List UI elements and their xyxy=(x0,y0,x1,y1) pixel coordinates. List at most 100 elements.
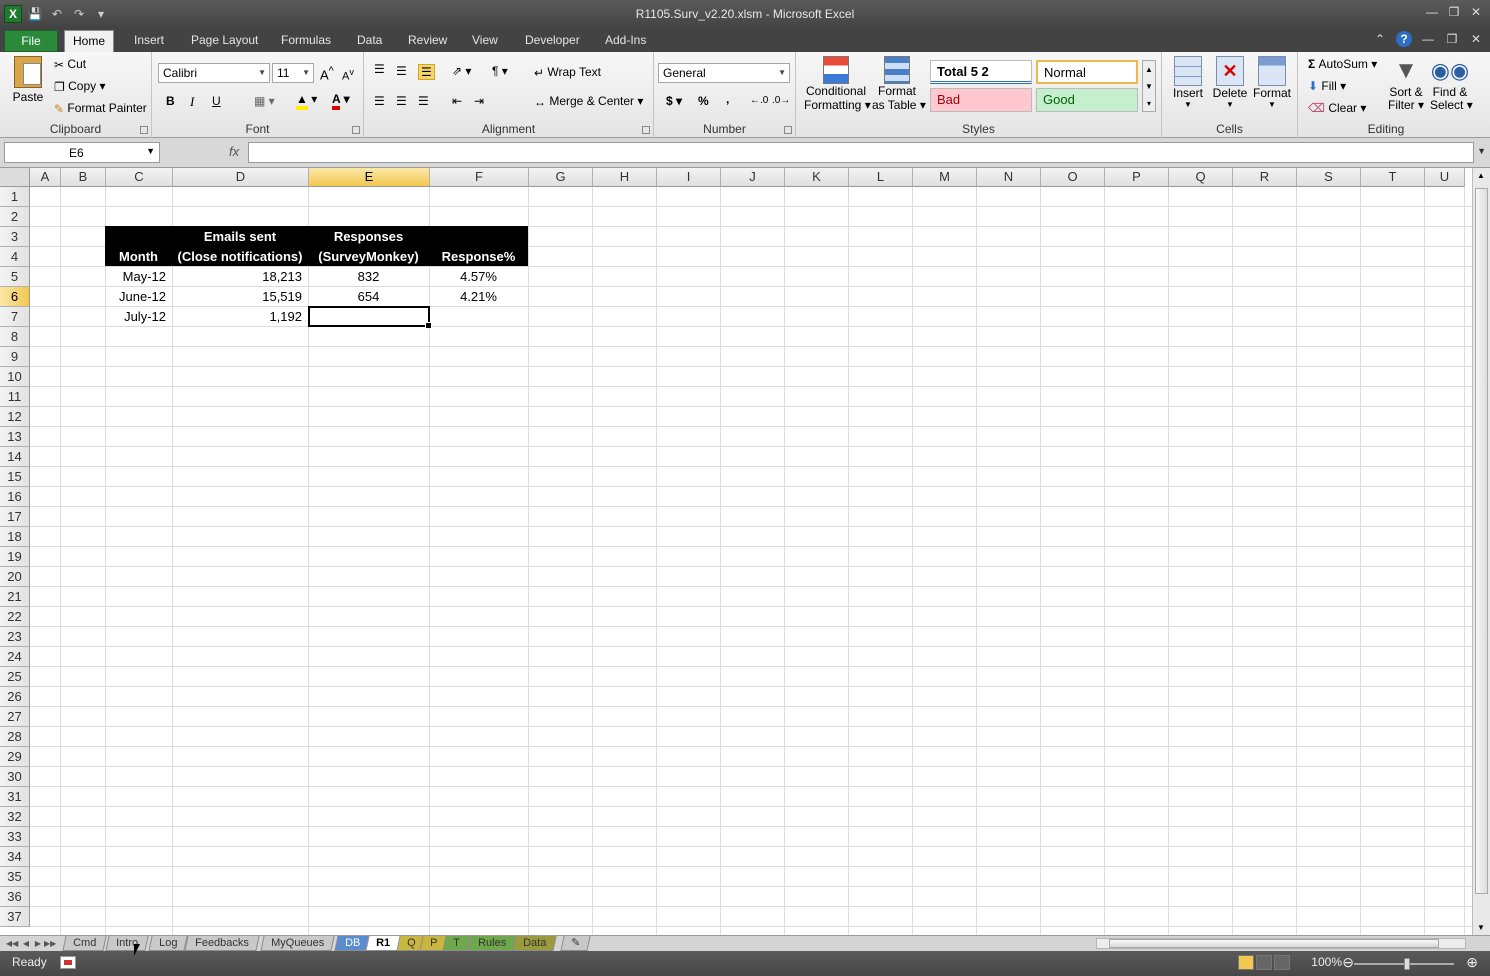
number-launcher-icon[interactable] xyxy=(784,126,792,134)
row-header[interactable]: 19 xyxy=(0,547,30,567)
row-header[interactable]: 18 xyxy=(0,527,30,547)
workbook-minimize-icon[interactable]: — xyxy=(1420,31,1436,47)
name-box[interactable]: E6 ▼ xyxy=(4,142,160,163)
row-header[interactable]: 24 xyxy=(0,647,30,667)
column-header[interactable]: C xyxy=(106,168,173,187)
style-normal[interactable]: Normal xyxy=(1036,60,1138,84)
format-as-table-button[interactable]: Format as Table ▾ xyxy=(872,56,926,112)
font-color-button[interactable]: A ▾ xyxy=(332,92,350,110)
decrease-indent-icon[interactable]: ⇤ xyxy=(452,94,462,108)
styles-scroll-icon[interactable]: ▲ ▼ ▾ xyxy=(1142,60,1156,112)
insert-function-icon[interactable]: fx xyxy=(229,144,239,159)
row-header[interactable]: 11 xyxy=(0,387,30,407)
column-header[interactable]: N xyxy=(977,168,1041,187)
align-bottom-icon[interactable]: ☰ xyxy=(418,64,435,80)
active-cell-selection[interactable] xyxy=(308,306,432,329)
align-left-icon[interactable]: ☰ xyxy=(374,94,385,108)
cut-button[interactable]: ✂ Cut xyxy=(54,57,86,72)
column-header[interactable]: K xyxy=(785,168,849,187)
workbook-restore-icon[interactable]: ❐ xyxy=(1444,31,1460,47)
bold-button[interactable]: B xyxy=(166,94,175,108)
clipboard-launcher-icon[interactable] xyxy=(140,126,148,134)
sort-filter-button[interactable]: ▼ Sort & Filter ▾ xyxy=(1386,56,1426,112)
row-header[interactable]: 36 xyxy=(0,887,30,907)
workbook-close-icon[interactable]: ✕ xyxy=(1468,31,1484,47)
row-header[interactable]: 8 xyxy=(0,327,30,347)
column-header[interactable]: E xyxy=(309,168,430,187)
cell-response-pct[interactable]: 4.57% xyxy=(429,267,528,286)
zoom-out-icon[interactable]: ⊖ xyxy=(1342,954,1354,971)
close-icon[interactable]: ✕ xyxy=(1468,4,1484,20)
row-header[interactable]: 30 xyxy=(0,767,30,787)
row-header[interactable]: 33 xyxy=(0,827,30,847)
font-launcher-icon[interactable] xyxy=(352,126,360,134)
align-center-icon[interactable]: ☰ xyxy=(396,94,407,108)
row-header[interactable]: 2 xyxy=(0,207,30,227)
minimize-icon[interactable]: — xyxy=(1424,4,1440,20)
merge-center-button[interactable]: ↔ Merge & Center ▾ xyxy=(534,94,643,109)
insert-sheet-button[interactable]: ✎ xyxy=(560,936,591,951)
delete-cells-button[interactable]: ✕ Delete ▼ xyxy=(1210,56,1250,109)
currency-button[interactable]: $ ▾ xyxy=(666,94,682,108)
align-right-icon[interactable]: ☰ xyxy=(418,94,429,108)
tab-insert[interactable]: Insert xyxy=(126,30,172,52)
find-select-button[interactable]: ◉◉ Find & Select ▾ xyxy=(1430,56,1473,112)
header-emails-sent[interactable]: Emails sent xyxy=(172,227,308,246)
tab-data[interactable]: Data xyxy=(349,30,390,52)
row-header[interactable]: 29 xyxy=(0,747,30,767)
text-direction-icon[interactable]: ¶ ▾ xyxy=(492,64,508,78)
restore-icon[interactable]: ❐ xyxy=(1446,4,1462,20)
cell-response-pct[interactable]: 4.21% xyxy=(429,287,528,306)
row-header[interactable]: 25 xyxy=(0,667,30,687)
style-total[interactable]: Total 5 2 xyxy=(930,60,1032,84)
row-header[interactable]: 34 xyxy=(0,847,30,867)
tab-formulas[interactable]: Formulas xyxy=(273,30,339,52)
header-responses[interactable]: Responses xyxy=(308,227,429,246)
column-header[interactable]: I xyxy=(657,168,721,187)
paste-button[interactable]: Paste xyxy=(10,56,46,104)
row-header[interactable]: 37 xyxy=(0,907,30,927)
row-header[interactable]: 1 xyxy=(0,187,30,207)
row-header[interactable]: 15 xyxy=(0,467,30,487)
normal-view-icon[interactable] xyxy=(1238,955,1254,970)
row-header[interactable]: 7 xyxy=(0,307,30,327)
column-header[interactable]: G xyxy=(529,168,593,187)
header-month[interactable]: Month xyxy=(105,247,172,266)
increase-indent-icon[interactable]: ⇥ xyxy=(474,94,484,108)
alignment-launcher-icon[interactable] xyxy=(642,126,650,134)
row-header[interactable]: 9 xyxy=(0,347,30,367)
column-header[interactable]: T xyxy=(1361,168,1425,187)
cell-month[interactable]: May-12 xyxy=(105,267,172,286)
cell-emails[interactable]: 1,192 xyxy=(172,307,308,326)
cell-responses[interactable]: 832 xyxy=(308,267,429,286)
expand-formula-icon[interactable]: ▼ xyxy=(1477,146,1486,156)
column-header[interactable]: J xyxy=(721,168,785,187)
fill-button[interactable]: ⬇ Fill ▾ xyxy=(1308,79,1346,93)
minimize-ribbon-icon[interactable]: ⌃ xyxy=(1372,31,1388,47)
tab-review[interactable]: Review xyxy=(400,30,455,52)
header-close-notifications[interactable]: (Close notifications) xyxy=(172,247,308,266)
comma-button[interactable]: , xyxy=(726,92,729,106)
cell-month[interactable]: June-12 xyxy=(105,287,172,306)
sheet-tab-cmd[interactable]: Cmd xyxy=(62,936,107,951)
vertical-scrollbar[interactable]: ▲ ▼ xyxy=(1472,168,1490,935)
column-header[interactable]: S xyxy=(1297,168,1361,187)
column-header[interactable]: F xyxy=(430,168,529,187)
row-header[interactable]: 35 xyxy=(0,867,30,887)
tab-view[interactable]: View xyxy=(464,30,506,52)
row-header[interactable]: 28 xyxy=(0,727,30,747)
increase-decimal-icon[interactable]: ←.0 xyxy=(750,95,768,106)
row-header[interactable]: 26 xyxy=(0,687,30,707)
sheet-tab-data[interactable]: Data xyxy=(512,936,557,951)
column-header[interactable]: Q xyxy=(1169,168,1233,187)
format-cells-button[interactable]: Format ▼ xyxy=(1252,56,1292,109)
zoom-in-icon[interactable]: ⊕ xyxy=(1466,954,1478,971)
cell-month[interactable]: July-12 xyxy=(105,307,172,326)
row-header[interactable]: 12 xyxy=(0,407,30,427)
column-header[interactable]: P xyxy=(1105,168,1169,187)
column-header[interactable]: A xyxy=(30,168,61,187)
number-format-select[interactable]: General ▼ xyxy=(658,63,790,83)
page-layout-view-icon[interactable] xyxy=(1256,955,1272,970)
sheet-tab-t[interactable]: T xyxy=(442,936,471,951)
column-header[interactable]: B xyxy=(61,168,106,187)
